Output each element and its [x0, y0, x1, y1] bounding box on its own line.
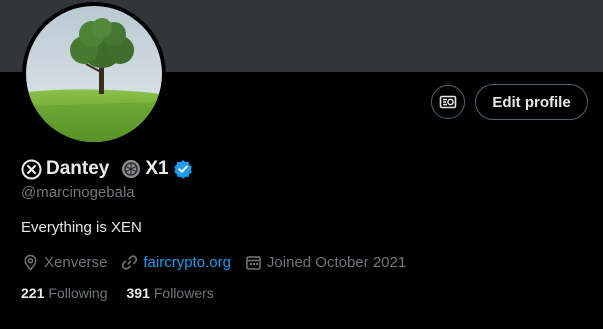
- display-name-part2: X1: [145, 158, 169, 179]
- xen-circle-icon: [21, 159, 42, 179]
- follow-stats: 221 Following 391 Followers: [21, 283, 233, 303]
- switch-account-button[interactable]: [431, 85, 465, 119]
- profile-website[interactable]: faircrypto.org: [121, 254, 231, 271]
- edit-profile-button[interactable]: Edit profile: [475, 84, 588, 120]
- x1-emblem-icon: [122, 160, 141, 178]
- following-count: 221: [21, 285, 45, 301]
- display-name: Dantey X1: [21, 157, 193, 181]
- profile-location: Xenverse: [22, 254, 107, 271]
- followers-label: Followers: [153, 285, 214, 301]
- location-pin-icon: [24, 254, 37, 271]
- location-text: Xenverse: [44, 253, 108, 271]
- profile-handle: @marcinogebala: [21, 184, 135, 201]
- profile-avatar[interactable]: [22, 2, 166, 146]
- edit-profile-label: Edit profile: [492, 93, 571, 111]
- link-icon: [122, 254, 138, 270]
- avatar-tree-image: [26, 6, 162, 142]
- switch-account-icon: [439, 95, 457, 109]
- display-name-part1: Dantey: [46, 158, 110, 179]
- followers-count: 391: [126, 285, 150, 301]
- profile-meta: Xenverse faircrypto.org Joined October 2…: [22, 252, 420, 272]
- following-link[interactable]: 221 Following: [21, 285, 108, 301]
- calendar-icon: [246, 255, 261, 270]
- website-link[interactable]: faircrypto.org: [143, 254, 231, 271]
- profile-joined: Joined October 2021: [245, 254, 406, 271]
- verified-badge-icon[interactable]: [173, 159, 193, 179]
- joined-text: Joined October 2021: [266, 253, 407, 271]
- following-label: Following: [48, 285, 108, 301]
- profile-bio: Everything is XEN: [21, 219, 142, 236]
- followers-link[interactable]: 391 Followers: [127, 285, 214, 301]
